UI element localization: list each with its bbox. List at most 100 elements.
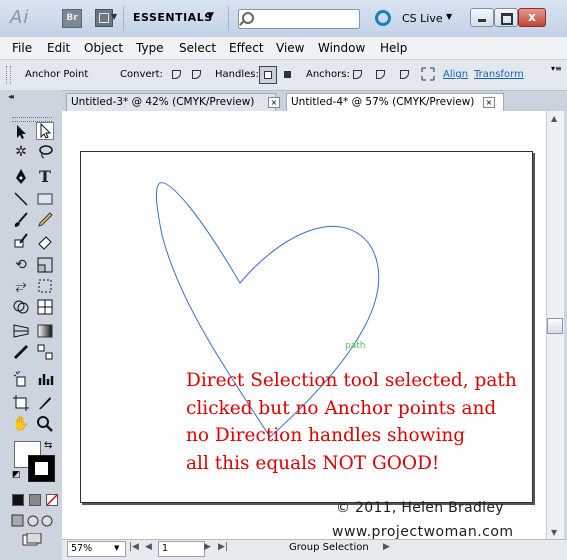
direct-selection-tool-icon[interactable]: [36, 122, 54, 140]
tab-label: Untitled-4* @ 57% (CMYK/Preview): [291, 96, 475, 108]
column-graph-tool-icon[interactable]: [36, 370, 54, 388]
cs-live-icon[interactable]: [375, 10, 391, 26]
perspective-grid-tool-icon[interactable]: [12, 322, 30, 340]
none-mode-icon[interactable]: [46, 494, 58, 506]
scroll-up-icon[interactable]: ▲: [551, 114, 557, 123]
rotate-tool-icon[interactable]: ⟲: [12, 256, 30, 274]
tab-label: Untitled-3* @ 42% (CMYK/Preview): [71, 96, 255, 108]
next-artboard-icon[interactable]: ▶: [204, 542, 211, 552]
tab-untitled-4[interactable]: Untitled-4* @ 57% (CMYK/Preview): [286, 93, 504, 111]
eyedropper-tool-icon[interactable]: [12, 343, 30, 361]
copyright-text: © 2011, Helen Bradley: [336, 500, 504, 516]
free-transform-tool-icon[interactable]: [36, 277, 54, 295]
remove-anchor-icon[interactable]: [351, 67, 365, 81]
menu-view[interactable]: View: [276, 41, 304, 55]
anchors-label: Anchors:: [306, 69, 350, 80]
bridge-button[interactable]: Br: [62, 9, 82, 28]
website-text: www.projectwoman.com: [332, 524, 514, 540]
swap-fill-stroke-icon[interactable]: ⇆: [44, 440, 52, 451]
path-hint-label: path: [345, 341, 366, 351]
workspace-switcher[interactable]: ESSENTIALS: [133, 11, 213, 24]
tab-untitled-3[interactable]: Untitled-3* @ 42% (CMYK/Preview): [66, 93, 276, 111]
divider: [228, 6, 229, 31]
menu-file[interactable]: File: [12, 41, 32, 55]
first-artboard-icon[interactable]: |◀: [129, 542, 139, 552]
menu-window[interactable]: Window: [318, 41, 365, 55]
eraser-tool-icon[interactable]: [36, 232, 54, 250]
annotation-line: all this equals NOT GOOD!: [186, 452, 440, 474]
lasso-tool-icon[interactable]: [36, 143, 54, 161]
isolate-icon[interactable]: [421, 67, 435, 81]
artboard-tool-icon[interactable]: [12, 394, 30, 412]
current-tool-status[interactable]: Group Selection: [289, 542, 369, 553]
close-tab-icon[interactable]: ×: [268, 97, 280, 108]
type-tool-icon[interactable]: T: [36, 168, 54, 186]
panel-menu-icon[interactable]: ▾≡: [551, 64, 562, 73]
artboard-number-field[interactable]: 1: [158, 541, 205, 557]
symbol-sprayer-tool-icon[interactable]: [12, 370, 30, 388]
chevron-down-icon[interactable]: ▼: [111, 12, 117, 21]
annotation-line: no Direction handles showing: [186, 425, 466, 446]
scale-tool-icon[interactable]: [36, 256, 54, 274]
screen-mode-icon[interactable]: [22, 532, 42, 546]
rectangle-tool-icon[interactable]: [36, 190, 54, 208]
minimize-button[interactable]: [470, 8, 494, 27]
cs-live-menu[interactable]: CS Live: [402, 12, 443, 25]
menu-select[interactable]: Select: [179, 41, 216, 55]
last-artboard-icon[interactable]: ▶|: [218, 542, 228, 552]
align-link[interactable]: Align: [443, 69, 468, 80]
connect-anchors-icon[interactable]: [374, 67, 388, 81]
illustrator-logo: Ai: [10, 7, 30, 28]
chevron-down-icon[interactable]: ▼: [114, 544, 119, 552]
close-tab-icon[interactable]: ×: [483, 97, 495, 108]
width-tool-icon[interactable]: ⥂: [12, 277, 30, 295]
selection-label: Anchor Point: [25, 69, 89, 80]
hide-handles-icon[interactable]: [284, 71, 291, 78]
divider: [123, 6, 124, 31]
menu-type[interactable]: Type: [136, 41, 164, 55]
maximize-button[interactable]: [494, 8, 518, 27]
menu-effect[interactable]: Effect: [229, 41, 264, 55]
stroke-swatch[interactable]: [28, 455, 55, 482]
close-button[interactable]: x: [518, 8, 546, 27]
menu-edit[interactable]: Edit: [47, 41, 70, 55]
line-segment-tool-icon[interactable]: [12, 190, 30, 208]
cut-path-icon[interactable]: [398, 67, 412, 81]
annotation-line: Direct Selection tool selected, path: [186, 370, 517, 391]
shape-builder-tool-icon[interactable]: [12, 298, 30, 316]
convert-to-corner-icon[interactable]: [170, 67, 184, 81]
drawing-modes-icon[interactable]: [11, 514, 55, 527]
selection-tool-icon[interactable]: [12, 123, 30, 141]
hand-tool-icon[interactable]: ✋: [12, 415, 30, 433]
default-fill-stroke-icon[interactable]: ◩: [12, 470, 21, 480]
search-input[interactable]: [238, 9, 360, 29]
annotation-line: clicked but no Anchor points and: [186, 397, 497, 419]
show-handles-icon[interactable]: [259, 66, 277, 84]
slice-tool-icon[interactable]: [36, 394, 54, 412]
paintbrush-tool-icon[interactable]: [12, 211, 30, 229]
convert-to-smooth-icon[interactable]: [190, 67, 204, 81]
live-paint-bucket-tool-icon[interactable]: [36, 298, 54, 316]
previous-artboard-icon[interactable]: ◀: [145, 542, 152, 552]
transform-link[interactable]: Transform: [474, 69, 524, 80]
blend-tool-icon[interactable]: [36, 343, 54, 361]
chevron-down-icon[interactable]: ▼: [207, 11, 214, 21]
zoom-tool-icon[interactable]: [36, 415, 54, 433]
gradient-tool-icon[interactable]: [36, 322, 54, 340]
scroll-thumb[interactable]: [547, 318, 563, 334]
panel-grip[interactable]: [6, 66, 11, 84]
scroll-down-icon[interactable]: ▼: [551, 528, 557, 537]
menu-help[interactable]: Help: [380, 41, 407, 55]
pen-tool-icon[interactable]: [12, 168, 30, 186]
search-icon: [242, 12, 254, 24]
status-arrow-icon[interactable]: ▶: [383, 542, 390, 552]
color-mode-icon[interactable]: [12, 494, 24, 506]
convert-label: Convert:: [120, 69, 163, 80]
menu-object[interactable]: Object: [84, 41, 123, 55]
chevron-down-icon[interactable]: ▼: [446, 12, 452, 21]
collapse-panel-icon[interactable]: ◂◂: [8, 92, 14, 101]
pencil-tool-icon[interactable]: [36, 211, 54, 229]
gradient-mode-icon[interactable]: [29, 494, 41, 506]
blob-brush-tool-icon[interactable]: [12, 232, 30, 250]
magic-wand-tool-icon[interactable]: ✲: [12, 143, 30, 161]
